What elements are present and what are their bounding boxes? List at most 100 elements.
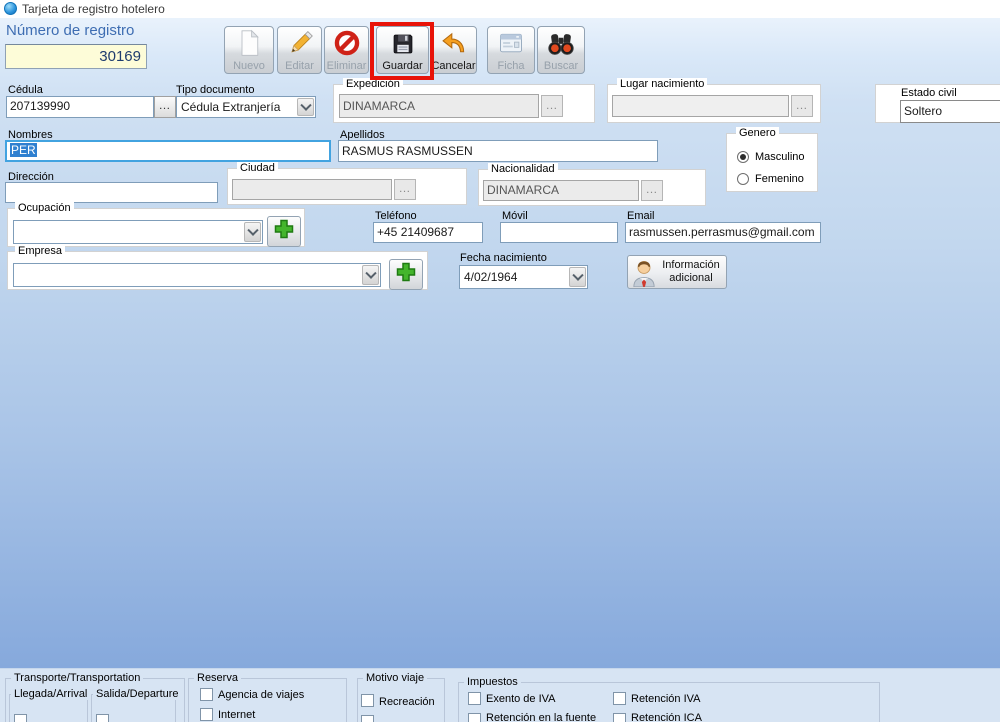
genero-femenino-label[interactable]: Femenino [755, 173, 804, 185]
plus-icon [273, 218, 295, 245]
motivo-checkbox-partial[interactable] [361, 715, 374, 722]
ficha-button[interactable]: Ficha [487, 26, 535, 74]
app-icon [4, 2, 17, 15]
ocupacion-value [18, 221, 242, 243]
retencion-ica-checkbox[interactable] [613, 713, 626, 722]
tipo-documento-value: Cédula Extranjería [181, 97, 295, 117]
motivo-viaje-label: Motivo viaje [363, 672, 427, 684]
person-icon [632, 259, 656, 292]
internet-checkbox[interactable] [200, 708, 213, 721]
tipo-documento-select[interactable]: Cédula Extranjería [176, 96, 316, 118]
chevron-down-icon [365, 268, 376, 279]
registry-number-input[interactable]: 30169 [5, 44, 147, 69]
telefono-input[interactable]: +45 21409687 [373, 222, 483, 243]
expedicion-label: Expedición [343, 78, 403, 90]
genero-masculino-radio[interactable] [737, 151, 749, 163]
cancelar-button-label: Cancelar [431, 60, 476, 72]
ciudad-lookup-button[interactable]: … [394, 179, 416, 200]
empresa-dropdown-button[interactable] [362, 265, 379, 285]
chevron-down-icon [572, 270, 583, 281]
expedicion-input: DINAMARCA [339, 94, 539, 118]
registry-number-label: Número de registro [6, 22, 134, 39]
nacionalidad-lookup-button[interactable]: … [641, 180, 663, 201]
save-floppy-icon [377, 31, 428, 57]
title-bar: Tarjeta de registro hotelero [0, 0, 1000, 19]
lugar-nacimiento-label: Lugar nacimiento [617, 78, 707, 90]
recreacion-checkbox[interactable] [361, 694, 374, 707]
cancelar-button[interactable]: Cancelar [430, 26, 477, 74]
buscar-button-label: Buscar [538, 60, 584, 72]
informacion-adicional-line1: Información [658, 259, 724, 272]
informacion-adicional-line2: adicional [658, 272, 724, 285]
fecha-nacimiento-label: Fecha nacimiento [460, 252, 547, 264]
add-ocupacion-button[interactable] [267, 216, 301, 247]
binoculars-search-icon [538, 29, 584, 57]
llegada-checkbox-partial[interactable] [14, 714, 27, 722]
expedicion-lookup-button[interactable]: … [541, 95, 563, 117]
fecha-nacimiento-value: 4/02/1964 [464, 266, 567, 288]
lugar-nacimiento-lookup-button[interactable]: … [791, 95, 813, 117]
recreacion-label[interactable]: Recreación [379, 696, 435, 708]
exento-de-iva-label[interactable]: Exento de IVA [486, 693, 556, 705]
editar-button[interactable]: Editar [277, 26, 322, 74]
email-input[interactable]: rasmussen.perrasmus@gmail.com [625, 222, 821, 243]
empresa-label: Empresa [15, 245, 65, 257]
empresa-value [18, 264, 360, 286]
buscar-button[interactable]: Buscar [537, 26, 585, 74]
agencia-de-viajes-checkbox[interactable] [200, 688, 213, 701]
ficha-button-label: Ficha [488, 60, 534, 72]
application-window: Tarjeta de registro hotelero Número de r… [0, 0, 1000, 722]
nacionalidad-input: DINAMARCA [483, 180, 639, 201]
ocupacion-select[interactable] [13, 220, 263, 244]
ocupacion-dropdown-button[interactable] [244, 222, 261, 242]
cedula-label: Cédula [8, 84, 43, 96]
chevron-down-icon [300, 100, 311, 111]
nuevo-button[interactable]: Nuevo [224, 26, 274, 74]
exento-de-iva-checkbox[interactable] [468, 692, 481, 705]
retencion-ica-label[interactable]: Retención ICA [631, 712, 702, 722]
eliminar-button-label: Eliminar [325, 60, 368, 72]
estado-civil-input[interactable]: Soltero [900, 100, 1000, 123]
add-empresa-button[interactable] [389, 259, 423, 290]
reserva-label: Reserva [194, 672, 241, 684]
cedula-input[interactable]: 207139990 [6, 96, 154, 118]
email-label: Email [627, 210, 655, 222]
fecha-nacimiento-select[interactable]: 4/02/1964 [459, 265, 588, 289]
salida-checkbox-partial[interactable] [96, 714, 109, 722]
nombres-input[interactable]: PER [5, 140, 331, 162]
fecha-nacimiento-dropdown-button[interactable] [569, 267, 586, 287]
transporte-label: Transporte/Transportation [11, 672, 143, 684]
retencion-iva-label[interactable]: Retención IVA [631, 693, 701, 705]
retencion-fuente-label[interactable]: Retención en la fuente [486, 712, 596, 722]
impuestos-label: Impuestos [464, 676, 521, 688]
tipo-documento-dropdown-button[interactable] [297, 98, 314, 116]
lugar-nacimiento-input [612, 95, 789, 117]
empresa-select[interactable] [13, 263, 381, 287]
plus-icon [395, 261, 417, 288]
chevron-down-icon [247, 225, 258, 236]
eliminar-button[interactable]: Eliminar [324, 26, 369, 74]
telefono-label: Teléfono [375, 210, 417, 222]
retencion-iva-checkbox[interactable] [613, 692, 626, 705]
apellidos-input[interactable]: RASMUS RASMUSSEN [338, 140, 658, 162]
retencion-fuente-checkbox[interactable] [468, 713, 481, 722]
form-window-icon [488, 29, 534, 57]
movil-label: Móvil [502, 210, 528, 222]
editar-button-label: Editar [278, 60, 321, 72]
informacion-adicional-button[interactable]: Información adicional [627, 255, 727, 289]
window-title: Tarjeta de registro hotelero [22, 2, 165, 16]
salida-label: Salida/Departure [93, 688, 181, 700]
genero-masculino-label[interactable]: Masculino [755, 151, 805, 163]
ciudad-label: Ciudad [237, 162, 278, 174]
agencia-de-viajes-label[interactable]: Agencia de viajes [218, 689, 304, 701]
guardar-button-label: Guardar [377, 60, 428, 72]
movil-input[interactable] [500, 222, 618, 243]
nacionalidad-label: Nacionalidad [488, 163, 558, 175]
genero-femenino-radio[interactable] [737, 173, 749, 185]
direccion-input[interactable] [5, 182, 218, 203]
cancel-arrow-icon [431, 29, 476, 57]
nombres-selected-text: PER [10, 143, 37, 157]
guardar-button[interactable]: Guardar [376, 26, 429, 74]
internet-label[interactable]: Internet [218, 709, 255, 721]
cedula-lookup-button[interactable]: … [154, 96, 176, 118]
